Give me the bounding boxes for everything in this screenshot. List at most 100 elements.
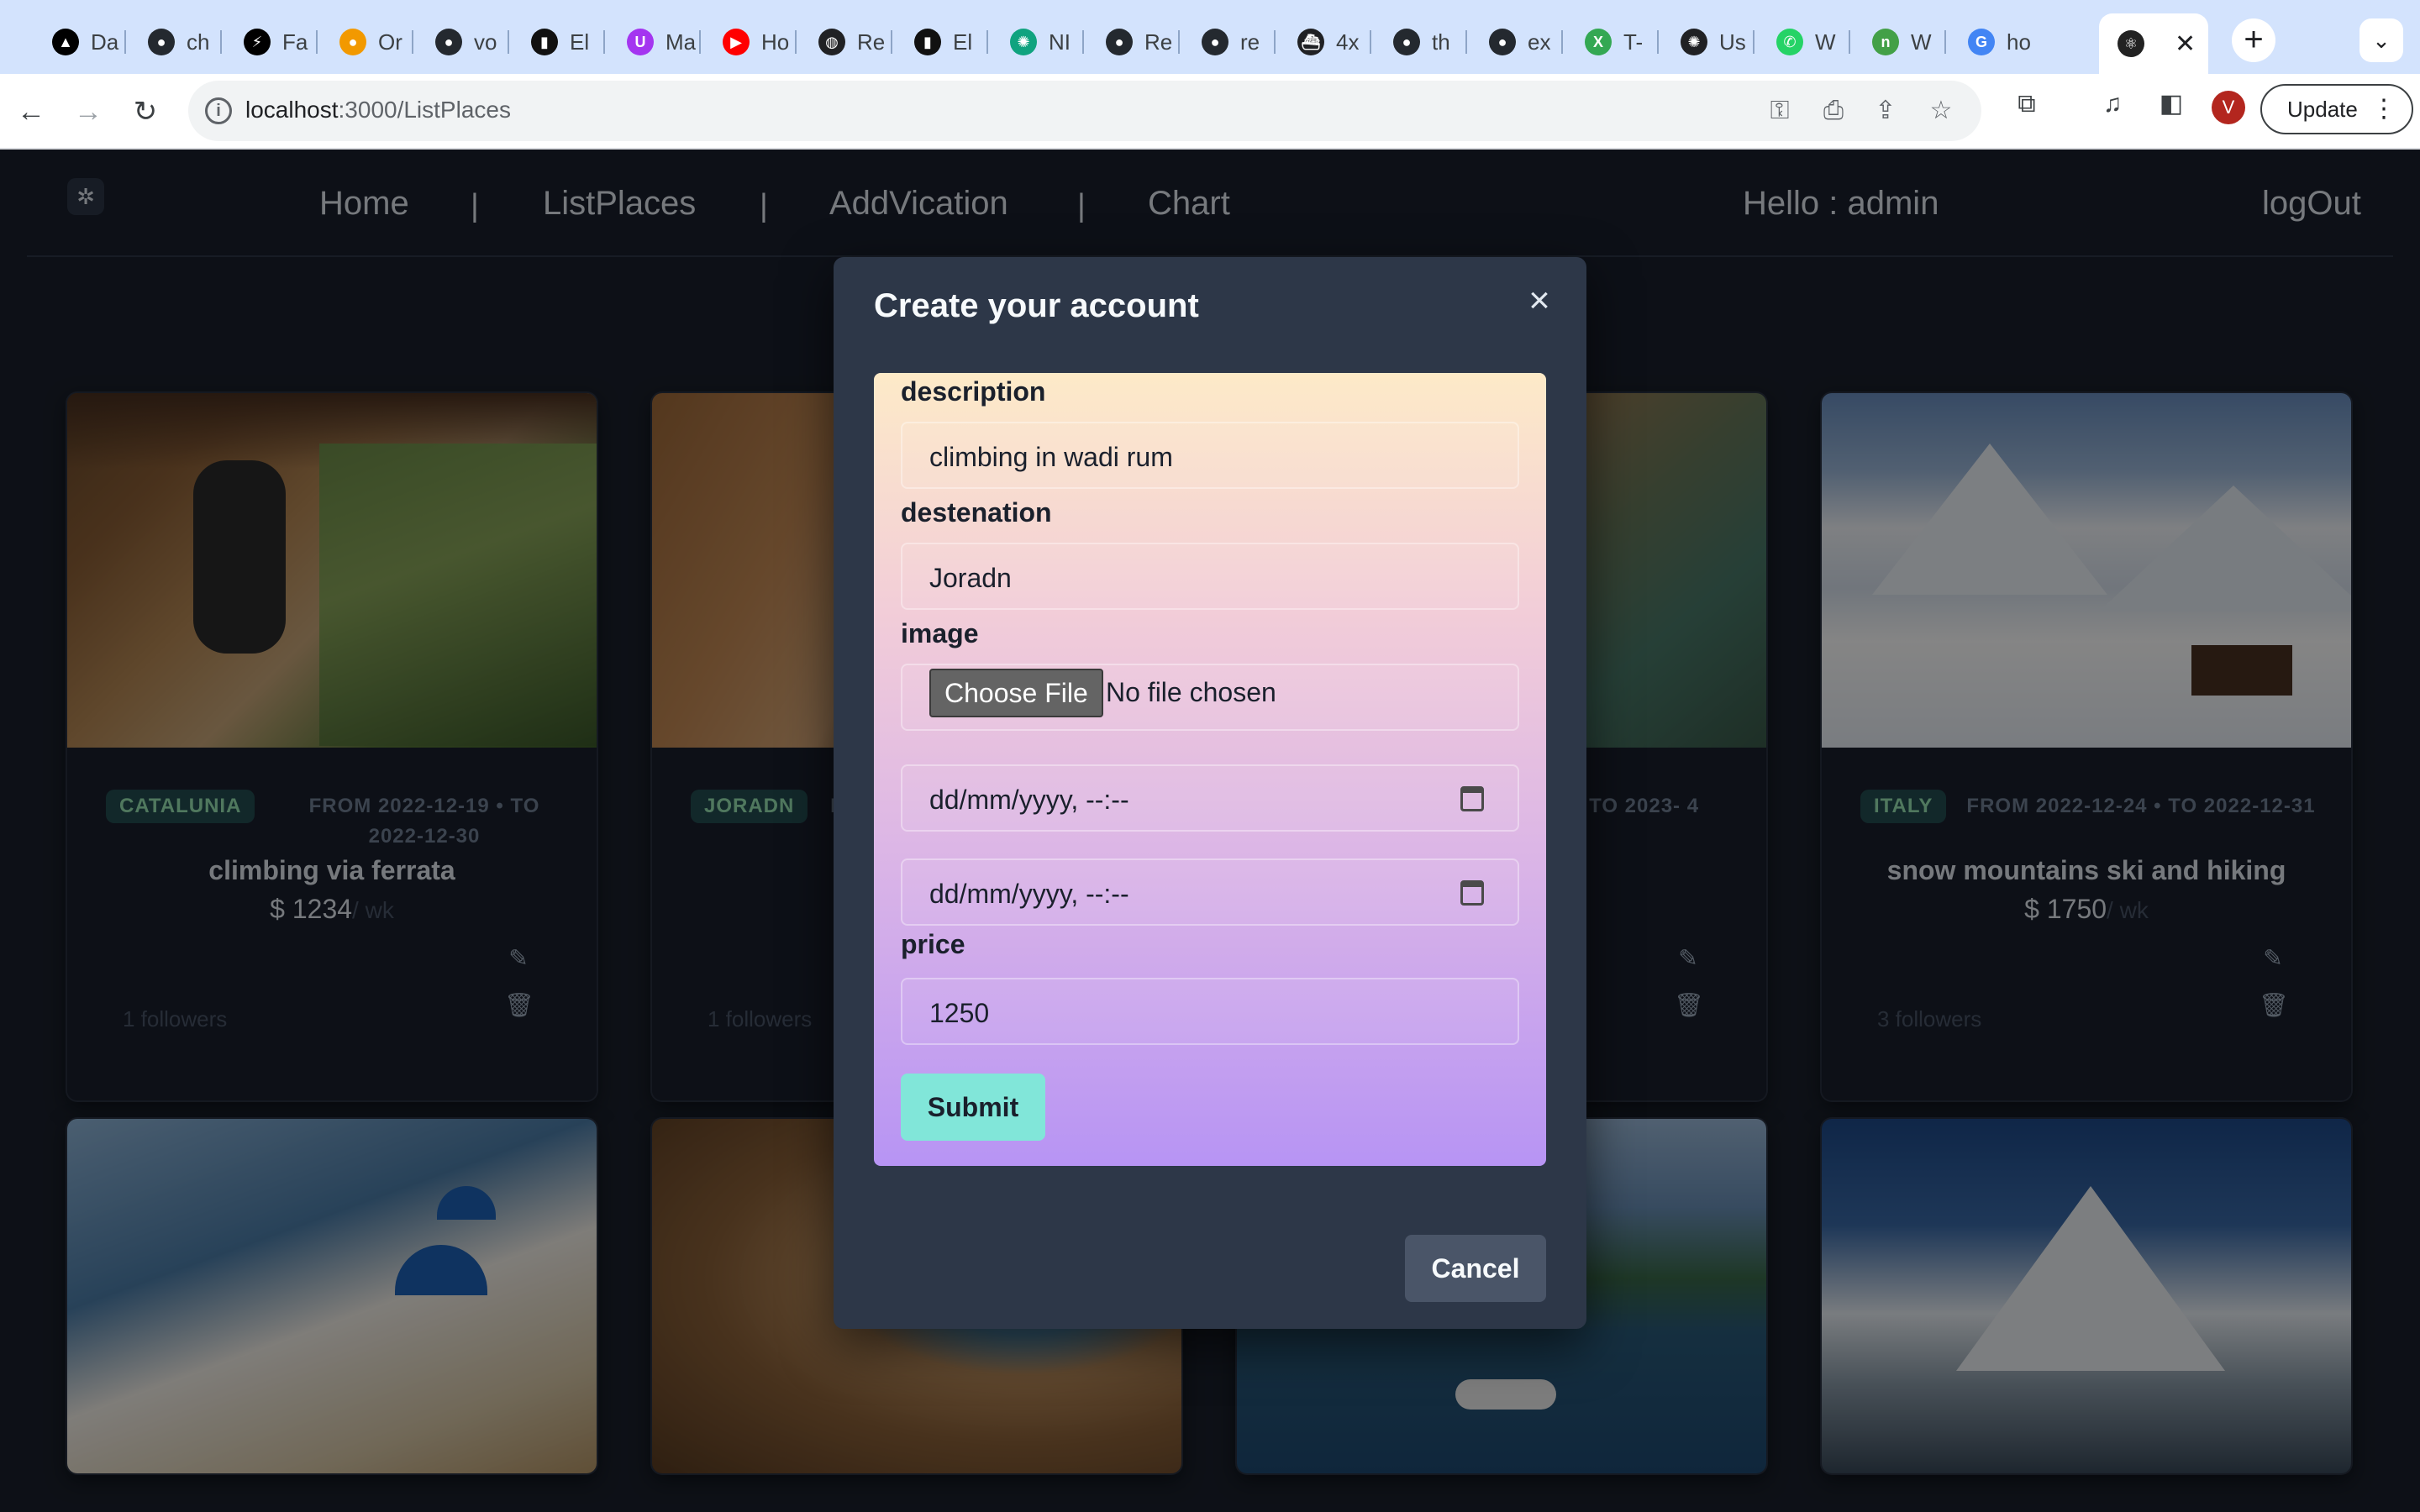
update-button[interactable]: Update ⋮	[2260, 84, 2413, 134]
image-label: image	[901, 618, 979, 648]
browser-tab[interactable]: ● vo	[417, 18, 504, 66]
browser-tab[interactable]: ✺ NI	[992, 18, 1079, 66]
tab-title: 4x	[1336, 29, 1360, 55]
tab-title: Ho	[761, 29, 790, 55]
calendar-icon[interactable]	[1460, 786, 1484, 811]
browser-tab[interactable]: ✺ Us	[1662, 18, 1749, 66]
no-file-chosen-text: No file chosen	[1106, 677, 1276, 707]
side-panel-icon[interactable]: ◧	[2156, 89, 2186, 119]
tab-title: El	[953, 29, 973, 55]
github-icon: ●	[1106, 29, 1133, 55]
react-icon: ⚛	[2118, 30, 2144, 57]
address-bar[interactable]: i localhost:3000/ListPlaces ⚿ ⎙ ⇪ ☆	[188, 81, 1981, 141]
site-info-icon[interactable]: i	[205, 97, 232, 124]
tab-separator	[986, 30, 988, 54]
image-file-input[interactable]: Choose File No file chosen	[901, 664, 1519, 731]
browser-tab[interactable]: ● Or	[321, 18, 408, 66]
back-icon[interactable]: ←	[10, 91, 52, 133]
github-icon: ●	[435, 29, 462, 55]
browser-tab[interactable]: ● th	[1375, 18, 1462, 66]
browser-tab[interactable]: ▮ El	[896, 18, 983, 66]
cancel-button[interactable]: Cancel	[1405, 1235, 1546, 1302]
github-icon: ●	[1202, 29, 1228, 55]
tab-title: Ma	[666, 29, 696, 55]
app-icon: n	[1872, 29, 1899, 55]
tab-separator	[699, 30, 701, 54]
close-tab-icon[interactable]: ✕	[2175, 29, 2196, 59]
browser-tab[interactable]: ● Re	[1087, 18, 1175, 66]
destination-input[interactable]: Joradn	[901, 543, 1519, 610]
tab-title: vo	[474, 29, 497, 55]
browser-tab[interactable]: ⛴ 4x	[1279, 18, 1366, 66]
reload-icon[interactable]: ↻	[124, 91, 166, 133]
submit-button[interactable]: Submit	[901, 1074, 1045, 1141]
openai-icon: ✺	[1010, 29, 1037, 55]
youtube-icon: ▶	[723, 29, 750, 55]
end-date-input[interactable]: dd/mm/yyyy, --:--	[901, 858, 1519, 926]
browser-tab[interactable]: ● ch	[129, 18, 217, 66]
tab-title: El	[570, 29, 590, 55]
bookmark-star-icon[interactable]: ☆	[1926, 96, 1956, 126]
browser-tab[interactable]: ✆ W	[1758, 18, 1845, 66]
price-input[interactable]: 1250	[901, 978, 1519, 1045]
browser-tab[interactable]: U Ma	[608, 18, 696, 66]
tab-title: Us	[1719, 29, 1746, 55]
extensions-icon[interactable]: ⧉	[2012, 89, 2042, 119]
description-label: description	[901, 376, 1046, 407]
browser-tab[interactable]: ⚛ ✕	[2099, 13, 2208, 74]
tab-title: Fa	[282, 29, 308, 55]
price-label: price	[901, 929, 965, 959]
browser-tab[interactable]: ⚡ Fa	[225, 18, 313, 66]
browser-tab[interactable]: ● re	[1183, 18, 1270, 66]
browser-tab[interactable]: ◍ Re	[800, 18, 887, 66]
media-control-icon[interactable]: ♫	[2097, 89, 2128, 119]
tab-separator	[1465, 30, 1467, 54]
destination-label: destenation	[901, 497, 1052, 528]
close-icon[interactable]: ×	[1521, 282, 1558, 319]
tab-separator	[508, 30, 509, 54]
browser-tab[interactable]: ▮ El	[513, 18, 600, 66]
profile-avatar[interactable]: V	[2212, 91, 2245, 124]
description-input[interactable]: climbing in wadi rum	[901, 422, 1519, 489]
tab-title: T-	[1623, 29, 1644, 55]
browser-tab[interactable]: ● ex	[1470, 18, 1558, 66]
tab-separator	[603, 30, 605, 54]
tab-separator	[124, 30, 126, 54]
tab-separator	[1274, 30, 1276, 54]
vercel-icon: ▲	[52, 29, 79, 55]
tab-separator	[1657, 30, 1659, 54]
udemy-icon: U	[627, 29, 654, 55]
tab-separator	[1370, 30, 1371, 54]
tab-title: W	[1911, 29, 1932, 55]
browser-tab[interactable]: ▲ Da	[34, 18, 121, 66]
globe-icon: ◍	[818, 29, 845, 55]
browser-tab[interactable]: nW	[1854, 18, 1941, 66]
menu-dots-icon[interactable]: ⋮	[2371, 86, 2396, 133]
google-icon: G	[1968, 29, 1995, 55]
calendar-icon[interactable]	[1460, 880, 1484, 906]
tab-separator	[891, 30, 892, 54]
start-date-input[interactable]: dd/mm/yyyy, --:--	[901, 764, 1519, 832]
install-app-icon[interactable]: ⎙	[1818, 96, 1849, 126]
choose-file-button[interactable]: Choose File	[929, 669, 1103, 717]
url-text[interactable]: localhost:3000/ListPlaces	[245, 97, 511, 123]
share-icon[interactable]: ⇪	[1870, 96, 1901, 126]
tab-title: ch	[187, 29, 210, 55]
forward-icon[interactable]: →	[67, 91, 109, 133]
notion-icon: ▮	[914, 29, 941, 55]
create-account-modal: Create your account × description climbi…	[834, 257, 1586, 1329]
price-value: 1250	[929, 998, 990, 1028]
tab-title: re	[1240, 29, 1260, 55]
new-tab-button[interactable]: +	[2232, 18, 2275, 62]
tab-separator	[412, 30, 413, 54]
tab-separator	[795, 30, 797, 54]
tab-separator	[1561, 30, 1563, 54]
browser-tab[interactable]: ▶ Ho	[704, 18, 792, 66]
tab-search-button[interactable]: ⌄	[2360, 18, 2403, 62]
url-host: localhost	[245, 97, 339, 123]
password-key-icon[interactable]: ⚿	[1765, 96, 1795, 126]
url-path: :3000/ListPlaces	[338, 97, 511, 123]
tab-separator	[1944, 30, 1946, 54]
browser-tab[interactable]: X T-	[1566, 18, 1654, 66]
browser-tab[interactable]: Gho	[1949, 18, 2037, 66]
